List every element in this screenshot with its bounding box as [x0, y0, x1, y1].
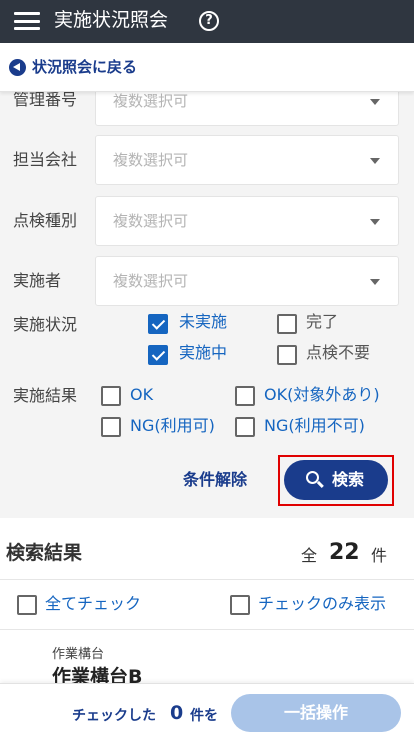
result-count: 22	[329, 540, 360, 565]
status-kanryo-checkbox[interactable]	[277, 314, 297, 334]
chevron-down-icon	[370, 99, 380, 105]
check-options-row: 全てチェック チェックのみ表示	[0, 580, 414, 630]
result-label: 実施結果	[13, 386, 78, 405]
hamburger-menu-icon[interactable]	[14, 12, 40, 30]
status-jisshichu-label: 実施中	[179, 343, 228, 362]
status-mijisshi-label: 未実施	[179, 312, 228, 331]
kanri-label: 管理番号	[13, 92, 78, 109]
search-button-label: 検索	[332, 470, 365, 489]
back-arrow-icon[interactable]	[9, 59, 26, 76]
jisshisha-placeholder: 複数選択可	[113, 272, 189, 290]
filter-form: 管理番号 複数選択可 担当会社 複数選択可 点検種別 複数選択可 実施者 複数選…	[0, 92, 414, 518]
tanto-label: 担当会社	[13, 150, 78, 169]
status-label: 実施状況	[13, 315, 78, 334]
jisshisha-label: 実施者	[13, 271, 62, 290]
results-header: 検索結果 全 22 件	[0, 518, 414, 580]
checked-suffix: 件を	[190, 708, 218, 724]
show-checked-checkbox[interactable]	[230, 595, 250, 615]
check-all-label: 全てチェック	[45, 594, 142, 613]
status-fuyo-label: 点検不要	[306, 343, 371, 362]
tenken-placeholder: 複数選択可	[113, 212, 189, 230]
count-prefix: 全	[301, 546, 318, 565]
list-item[interactable]: 作業構台 作業構台B	[0, 630, 414, 690]
status-jisshichu-checkbox[interactable]	[148, 345, 168, 365]
bulk-action-button[interactable]: 一括操作	[231, 694, 401, 732]
result-ng-unusable-label: NG(利用不可)	[264, 416, 365, 435]
result-ng-usable-checkbox[interactable]	[101, 417, 121, 437]
result-ng-usable-label: NG(利用可)	[130, 416, 215, 435]
result-ok-excl-label: OK(対象外あり)	[264, 385, 380, 404]
checked-count: 0	[170, 702, 184, 724]
chevron-down-icon	[370, 279, 380, 285]
tanto-placeholder: 複数選択可	[113, 151, 189, 169]
result-ok-excl-checkbox[interactable]	[235, 386, 255, 406]
status-kanryo-label: 完了	[306, 312, 339, 331]
back-link[interactable]: 状況照会に戻る	[32, 57, 137, 77]
app-header: 実施状況照会 ?	[0, 0, 414, 43]
bulk-action-bar: チェックした 0 件を 一括操作	[0, 683, 414, 736]
show-checked-label: チェックのみ表示	[258, 594, 387, 613]
page-title: 実施状況照会	[54, 9, 169, 31]
search-icon	[306, 471, 319, 484]
jisshisha-select[interactable]: 複数選択可	[95, 256, 399, 306]
search-button[interactable]: 検索	[284, 460, 388, 500]
tenken-label: 点検種別	[13, 211, 78, 230]
results-title: 検索結果	[6, 542, 83, 564]
result-ok-label: OK	[130, 385, 154, 404]
check-all-checkbox[interactable]	[17, 595, 37, 615]
result-ok-checkbox[interactable]	[101, 386, 121, 406]
card-subtitle: 作業構台	[52, 647, 105, 662]
count-suffix: 件	[371, 546, 388, 565]
status-mijisshi-checkbox[interactable]	[148, 314, 168, 334]
result-ng-unusable-checkbox[interactable]	[235, 417, 255, 437]
status-fuyo-checkbox[interactable]	[277, 345, 297, 365]
tenken-select[interactable]: 複数選択可	[95, 196, 399, 246]
clear-conditions-button[interactable]: 条件解除	[183, 469, 247, 491]
chevron-down-icon	[370, 219, 380, 225]
chevron-down-icon	[370, 158, 380, 164]
back-bar: 状況照会に戻る	[0, 43, 414, 92]
tanto-select[interactable]: 複数選択可	[95, 135, 399, 185]
kanri-select[interactable]: 複数選択可	[95, 92, 399, 126]
help-circle-icon[interactable]: ?	[199, 11, 219, 31]
kanri-placeholder: 複数選択可	[113, 92, 189, 110]
checked-prefix: チェックした	[72, 708, 156, 724]
